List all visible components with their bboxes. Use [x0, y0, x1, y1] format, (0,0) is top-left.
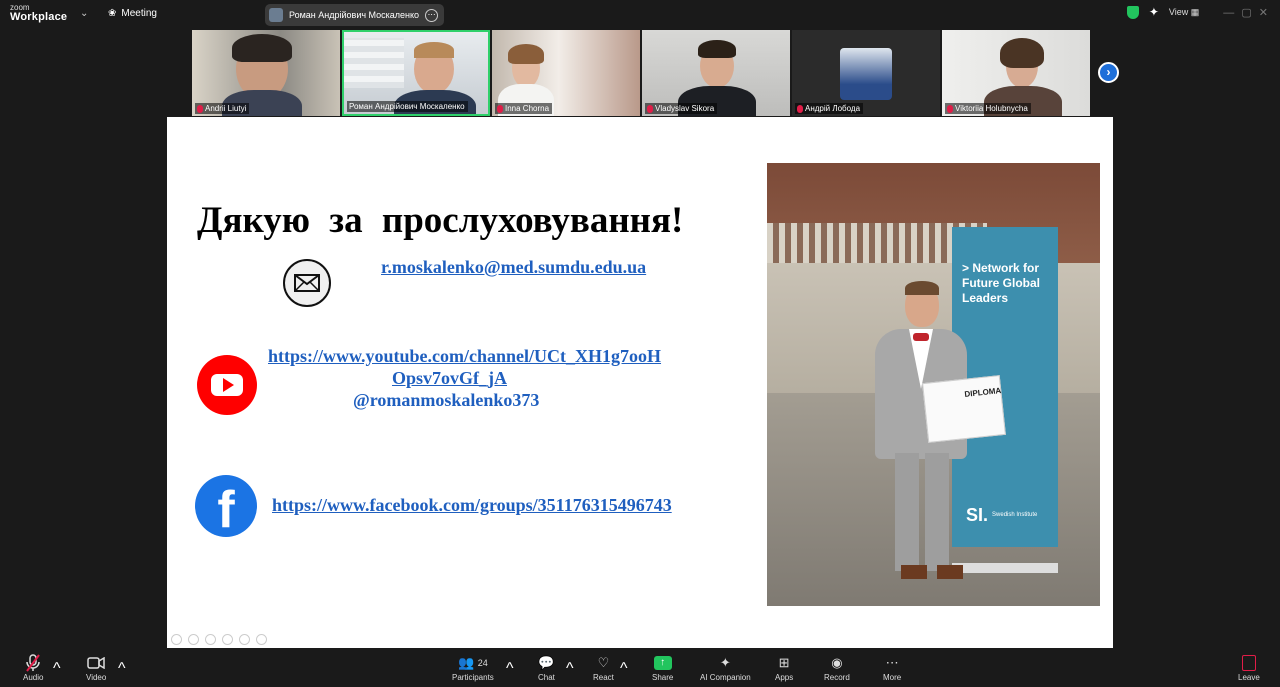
mic-muted-icon — [497, 104, 503, 113]
share-screen-icon: ↑ — [653, 656, 672, 670]
participant-name: Vladyslav Sikora — [645, 103, 718, 114]
zoom-icon[interactable] — [239, 634, 250, 645]
ai-sparkle-icon: ✦ — [719, 655, 731, 670]
paw-icon: ❀ — [108, 8, 117, 19]
speaker-name: Роман Андрійович Москаленко — [289, 10, 420, 20]
participant-name: Viktoriia Holubnycha — [945, 103, 1031, 114]
more-icon[interactable] — [256, 634, 267, 645]
mic-muted-icon — [647, 104, 653, 113]
meeting-label: Meeting — [121, 8, 157, 19]
participant-tile[interactable]: Andrii Liutyi — [192, 30, 340, 116]
chat-bubble-icon: 💬 — [538, 655, 555, 670]
mic-muted-icon — [197, 104, 203, 113]
participant-strip: Andrii Liutyi Роман Андрійович Москаленк… — [192, 30, 1090, 116]
leave-door-icon — [1241, 655, 1256, 671]
participants-button[interactable]: 👥 24 Participants — [452, 653, 494, 682]
next-slide-icon[interactable] — [188, 634, 199, 645]
meeting-toolbar: Audio ^ Video ^ 👥 24 Participants ^ 💬 Ch… — [0, 648, 1280, 687]
facebook-link[interactable]: https://www.facebook.com/groups/35117631… — [272, 495, 672, 516]
heart-icon: ♡ — [597, 655, 610, 670]
encryption-shield-icon[interactable] — [1126, 5, 1139, 19]
diploma: DIPLOMA — [922, 375, 1006, 443]
speaker-avatar — [269, 8, 283, 22]
email-link[interactable]: r.moskalenko@med.sumdu.edu.ua — [381, 257, 646, 278]
meeting-info-button[interactable]: ❀ Meeting — [108, 8, 157, 19]
audio-options-caret-icon[interactable]: ^ — [53, 660, 61, 678]
envelope-icon — [283, 259, 331, 307]
ai-companion-button[interactable]: ✦ AI Companion — [700, 653, 751, 682]
active-speaker-pill[interactable]: Роман Андрійович Москаленко ⋯ — [265, 4, 445, 26]
more-options-icon[interactable]: ⋯ — [425, 8, 439, 22]
participant-name: Андрій Лобода — [795, 103, 864, 114]
mic-muted-icon — [26, 653, 41, 673]
audio-button[interactable]: Audio — [23, 653, 43, 682]
participant-tile[interactable]: Viktoriia Holubnycha — [942, 30, 1090, 116]
zoom-logo[interactable]: zoom Workplace — [10, 4, 67, 23]
mic-muted-icon — [947, 104, 953, 113]
chat-button[interactable]: 💬 Chat — [538, 653, 555, 682]
slide-controls[interactable] — [171, 634, 267, 645]
youtube-handle: @romanmoskalenko373 — [353, 390, 540, 410]
video-camera-icon — [87, 653, 105, 673]
participant-tile[interactable]: Vladyslav Sikora — [642, 30, 790, 116]
youtube-link-line2[interactable]: Opsv7ovGf_jA — [392, 368, 507, 389]
participants-count: 24 — [477, 658, 488, 668]
share-button[interactable]: ↑ Share — [652, 653, 673, 682]
participant-name: Inna Chorna — [495, 103, 553, 114]
top-right-controls: ✦ View ▦ — ▢ ✕ — [1126, 5, 1270, 19]
react-button[interactable]: ♡ React — [593, 653, 614, 682]
view-button[interactable]: View ▦ — [1169, 7, 1199, 18]
chat-options-caret-icon[interactable]: ^ — [566, 660, 574, 678]
slides-icon[interactable] — [222, 634, 233, 645]
slide-title: Дякую за прослуховування! — [197, 200, 684, 241]
record-button[interactable]: ◉ Record — [824, 653, 850, 682]
swedish-institute-logo: SI. Swedish Institute — [966, 505, 1038, 525]
window-controls[interactable]: — ▢ ✕ — [1223, 6, 1270, 19]
participant-name: Andrii Liutyi — [195, 103, 250, 114]
participant-tile[interactable]: Андрій Лобода — [792, 30, 940, 116]
banner-text: > Network for Future Global Leaders — [962, 261, 1040, 305]
leave-button[interactable]: Leave — [1238, 653, 1260, 682]
mic-muted-icon — [797, 104, 803, 113]
pen-icon[interactable] — [205, 634, 216, 645]
top-bar: zoom Workplace ⌄ ❀ Meeting Роман Андрійо… — [0, 0, 1280, 30]
next-page-arrow-icon[interactable]: › — [1098, 62, 1119, 83]
shared-screen-slide: Дякую за прослуховування! r.moskalenko@m… — [167, 117, 1113, 648]
apps-button[interactable]: ⊞ Apps — [775, 653, 793, 682]
participant-tile[interactable]: Inna Chorna — [492, 30, 640, 116]
apps-grid-icon: ⊞ — [778, 655, 790, 670]
more-button[interactable]: ⋯ More — [883, 653, 901, 682]
participants-icon: 👥 24 — [457, 655, 488, 670]
youtube-icon — [197, 355, 257, 415]
presenter-photo: > Network for Future Global Leaders SI. … — [767, 163, 1100, 606]
youtube-link-line1[interactable]: https://www.youtube.com/channel/UCt_XH1g… — [268, 346, 661, 367]
video-button[interactable]: Video — [86, 653, 106, 682]
more-dots-icon: ⋯ — [885, 655, 899, 670]
participants-options-caret-icon[interactable]: ^ — [506, 660, 514, 678]
facebook-icon: f — [195, 475, 257, 537]
participant-tile[interactable]: Роман Андрійович Москаленко — [342, 30, 490, 116]
record-icon: ◉ — [831, 655, 843, 670]
participant-name: Роман Андрійович Москаленко — [347, 101, 468, 112]
ai-sparkle-icon[interactable]: ✦ — [1149, 5, 1159, 19]
react-options-caret-icon[interactable]: ^ — [620, 660, 628, 678]
logo-line2: Workplace — [10, 11, 68, 23]
video-options-caret-icon[interactable]: ^ — [118, 660, 126, 678]
chevron-down-icon[interactable]: ⌄ — [80, 8, 88, 19]
prev-slide-icon[interactable] — [171, 634, 182, 645]
